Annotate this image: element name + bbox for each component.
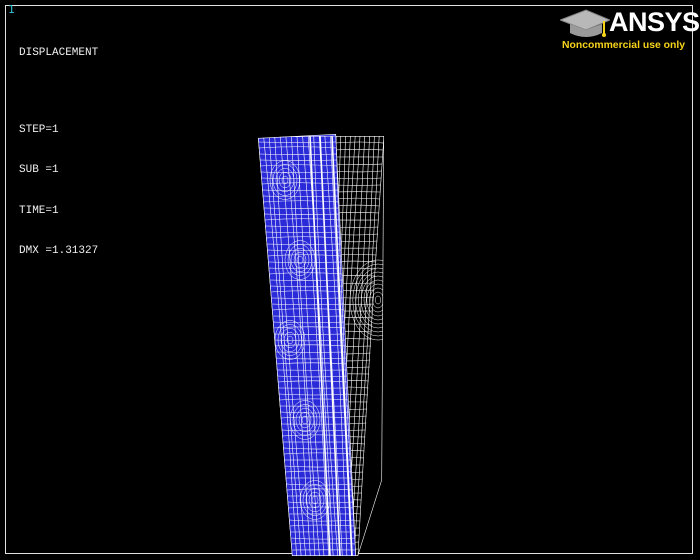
model-viewport[interactable] <box>0 0 700 560</box>
